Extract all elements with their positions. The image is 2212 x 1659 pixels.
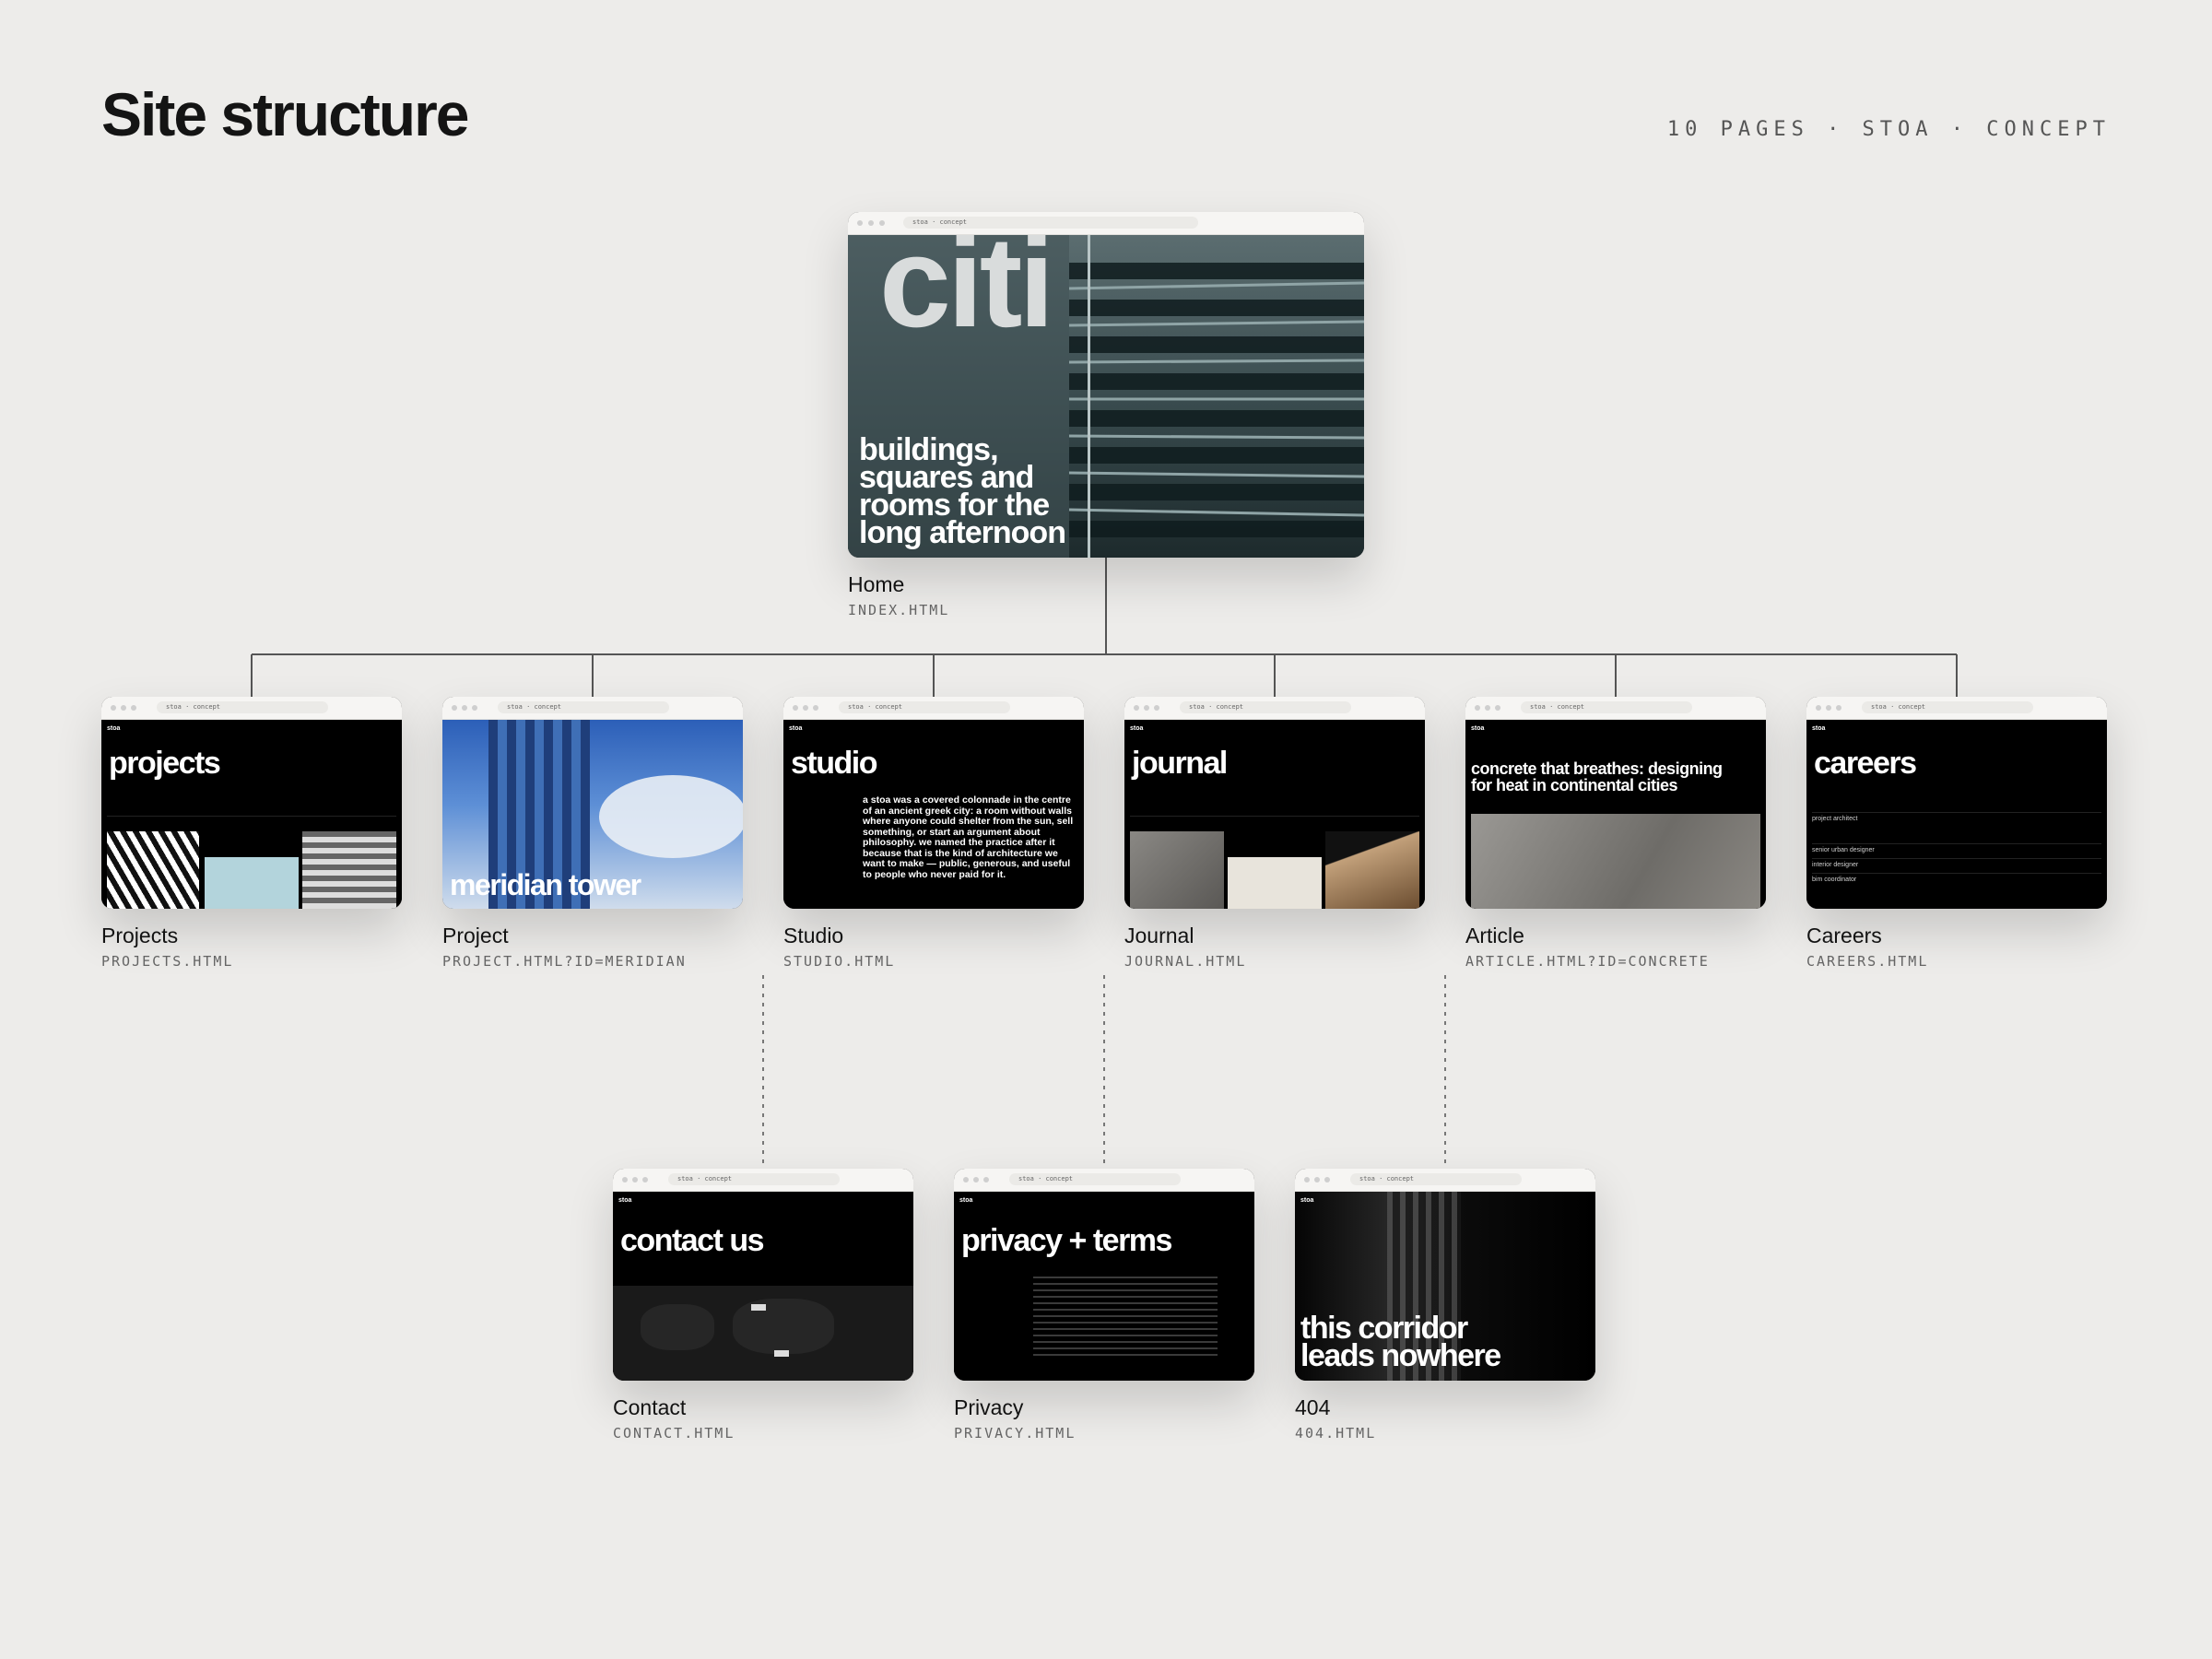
project-heading: meridian tower: [450, 868, 641, 901]
browser-chrome: stoa · concept: [1806, 697, 2107, 720]
browser-chrome: stoa · concept: [613, 1169, 913, 1192]
article-heading: concrete that breathes: designing for he…: [1471, 759, 1723, 794]
site-logo: stoa: [789, 725, 803, 732]
screenshot-home[interactable]: stoa · concept citi buildings, squares a…: [848, 212, 1364, 558]
page-card-404[interactable]: stoa · concept stoa this corridor leads …: [1295, 1169, 1595, 1441]
contact-heading: contact us: [620, 1223, 765, 1258]
role-row: bim coordinator: [1812, 877, 1857, 883]
page-name: Home: [848, 572, 905, 596]
screenshot-projects[interactable]: stoa · concept stoa projects: [101, 697, 402, 909]
article-hero-image: [1471, 814, 1760, 909]
url-bar: stoa · concept: [1862, 701, 2033, 713]
url-bar: stoa · concept: [1009, 1173, 1181, 1185]
url-bar: stoa · concept: [498, 701, 669, 713]
url-bar: stoa · concept: [1521, 701, 1692, 713]
page-name: Careers: [1806, 924, 1882, 947]
screenshot-studio[interactable]: stoa · concept stoa studio a stoa was a …: [783, 697, 1084, 909]
screenshot-privacy[interactable]: stoa · concept stoa privacy + terms: [954, 1169, 1254, 1381]
page-card-projects[interactable]: stoa · concept stoa projects Projects PR…: [101, 697, 402, 970]
not-found-heading: this corridor leads nowhere: [1300, 1311, 1501, 1373]
page-meta: 10 PAGES · STOA · CONCEPT: [1666, 118, 2111, 141]
page-name: Privacy: [954, 1395, 1024, 1419]
browser-chrome: stoa · concept: [442, 697, 743, 720]
screenshot-careers[interactable]: stoa · concept stoa careers project arch…: [1806, 697, 2107, 909]
projects-heading: projects: [109, 746, 221, 781]
screenshot-404[interactable]: stoa · concept stoa this corridor leads …: [1295, 1169, 1595, 1381]
browser-chrome: stoa · concept: [1124, 697, 1425, 720]
page-name: Journal: [1124, 924, 1194, 947]
browser-chrome: stoa · concept: [101, 697, 402, 720]
site-logo: stoa: [618, 1197, 632, 1204]
page-card-journal[interactable]: stoa · concept stoa journal Journal JOUR…: [1124, 697, 1425, 970]
careers-heading: careers: [1814, 746, 1917, 781]
home-hero-heading: buildings, squares and rooms for the lon…: [859, 432, 1066, 550]
thumb-image-balconies: [302, 831, 396, 909]
studio-heading: studio: [791, 746, 877, 781]
screenshot-journal[interactable]: stoa · concept stoa journal: [1124, 697, 1425, 909]
citi-logo: citi: [879, 235, 1054, 354]
site-logo: stoa: [1130, 725, 1144, 732]
browser-chrome: stoa · concept: [1465, 697, 1766, 720]
browser-chrome: stoa · concept: [1295, 1169, 1595, 1192]
site-logo: stoa: [959, 1197, 973, 1204]
screenshot-contact[interactable]: stoa · concept stoa contact us: [613, 1169, 913, 1381]
screenshot-project[interactable]: stoa · concept meridian tower: [442, 697, 743, 909]
role-row: project architect: [1812, 816, 1858, 822]
page-name: 404: [1295, 1395, 1331, 1419]
page-file: INDEX.HTML: [848, 602, 950, 618]
page-name: Studio: [783, 924, 844, 947]
page-card-contact[interactable]: stoa · concept stoa contact us Contact C…: [613, 1169, 913, 1441]
page-title: Site structure: [101, 80, 469, 148]
journal-heading: journal: [1132, 746, 1228, 781]
studio-body-text: a stoa was a covered colonnade in the ce…: [863, 794, 1074, 880]
cloud-shape: [599, 775, 743, 858]
screenshot-article[interactable]: stoa · concept stoa concrete that breath…: [1465, 697, 1766, 909]
page-file: PROJECT.HTML?ID=MERIDIAN: [442, 953, 687, 970]
role-row: interior designer: [1812, 862, 1859, 868]
role-row: senior urban designer: [1812, 847, 1875, 853]
url-bar: stoa · concept: [839, 701, 1010, 713]
page-file: JOURNAL.HTML: [1124, 953, 1247, 970]
page-name: Projects: [101, 924, 179, 947]
page-card-privacy[interactable]: stoa · concept stoa privacy + terms Priv…: [954, 1169, 1254, 1441]
site-logo: stoa: [1471, 725, 1485, 732]
page-card-home[interactable]: stoa · concept citi buildings, squares a…: [848, 212, 1364, 618]
url-bar: stoa · concept: [903, 217, 1198, 229]
url-bar: stoa · concept: [1180, 701, 1351, 713]
page-card-studio[interactable]: stoa · concept stoa studio a stoa was a …: [783, 697, 1084, 970]
thumb-image-model: [1228, 857, 1322, 909]
browser-chrome: stoa · concept: [954, 1169, 1254, 1192]
site-logo: stoa: [107, 725, 121, 732]
site-logo: stoa: [1300, 1197, 1314, 1204]
page-file: PROJECTS.HTML: [101, 953, 234, 970]
page-file: PRIVACY.HTML: [954, 1425, 1077, 1441]
url-bar: stoa · concept: [157, 701, 328, 713]
browser-chrome: stoa · concept: [783, 697, 1084, 720]
page-card-project[interactable]: stoa · concept meridian tower Project PR…: [442, 697, 743, 970]
thumb-image-wood: [1325, 831, 1419, 909]
thumb-image-sky: [205, 857, 299, 909]
url-bar: stoa · concept: [668, 1173, 840, 1185]
page-file: STUDIO.HTML: [783, 953, 896, 970]
privacy-heading: privacy + terms: [961, 1223, 1172, 1258]
site-logo: stoa: [1812, 725, 1826, 732]
page-file: CAREERS.HTML: [1806, 953, 1929, 970]
page-card-careers[interactable]: stoa · concept stoa careers project arch…: [1806, 697, 2107, 970]
page-file: ARTICLE.HTML?ID=CONCRETE: [1465, 953, 1710, 970]
page-card-article[interactable]: stoa · concept stoa concrete that breath…: [1465, 697, 1766, 970]
page-name: Project: [442, 924, 509, 947]
browser-chrome: stoa · concept: [848, 212, 1364, 235]
page-name: Contact: [613, 1395, 687, 1419]
world-map-image: [613, 1286, 913, 1381]
thumb-image-curves: [107, 831, 199, 909]
thumb-image-concrete: [1130, 831, 1224, 909]
page-file: CONTACT.HTML: [613, 1425, 735, 1441]
privacy-text-block: [1033, 1277, 1218, 1359]
page-file: 404.HTML: [1295, 1425, 1377, 1441]
url-bar: stoa · concept: [1350, 1173, 1522, 1185]
page-name: Article: [1465, 924, 1524, 947]
